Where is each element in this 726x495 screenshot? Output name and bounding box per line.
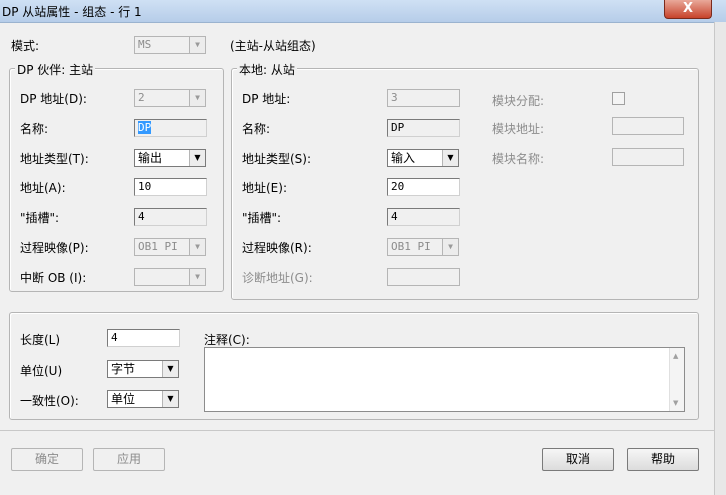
unit-select[interactable]: 字节 ▼	[107, 360, 179, 378]
chevron-down-icon: ▼	[189, 90, 205, 106]
mode-label: 模式:	[11, 39, 40, 53]
module-name-label: 模块名称:	[492, 152, 545, 166]
chevron-down-icon: ▼	[189, 269, 205, 285]
consistency-label: 一致性(O):	[20, 394, 79, 408]
chevron-down-icon[interactable]: ▼	[162, 361, 178, 377]
chevron-down-icon[interactable]: ▼	[189, 150, 205, 166]
local-address-type-label: 地址类型(S):	[242, 152, 312, 166]
local-process-image-value: OB1 PI	[391, 240, 431, 253]
consistency-select[interactable]: 单位 ▼	[107, 390, 179, 408]
mode-select: MS ▼	[134, 36, 206, 54]
local-slot-field[interactable]: 4	[387, 208, 460, 226]
window-edge-scrollbar[interactable]	[714, 22, 726, 495]
comment-label: 注释(C):	[204, 333, 250, 347]
comment-textarea[interactable]: ▲ ▼	[204, 347, 685, 412]
local-name-field[interactable]: DP	[387, 119, 460, 137]
mode-value: MS	[138, 38, 152, 51]
length-field[interactable]: 4	[107, 329, 180, 347]
dp-address-select: 2 ▼	[134, 89, 206, 107]
help-button[interactable]: 帮助	[627, 448, 699, 471]
partner-address-type-select[interactable]: 输出 ▼	[134, 149, 206, 167]
unit-label: 单位(U)	[20, 364, 63, 378]
interrupt-ob-label: 中断 OB (I):	[20, 271, 87, 285]
local-address-type-select[interactable]: 输入 ▼	[387, 149, 459, 167]
chevron-down-icon: ▼	[442, 239, 458, 255]
dp-address-label: DP 地址(D):	[20, 92, 87, 106]
partner-slot-label: "插槽":	[20, 211, 60, 225]
module-name-field	[612, 148, 684, 166]
window-title: DP 从站属性 - 组态 - 行 1	[2, 5, 142, 19]
module-address-field	[612, 117, 684, 135]
partner-address-type-value: 输出	[138, 151, 163, 165]
chevron-down-icon: ▼	[189, 239, 205, 255]
close-button[interactable]: X	[664, 0, 712, 19]
local-group	[231, 68, 699, 300]
scroll-down-icon[interactable]: ▼	[673, 399, 678, 407]
local-dp-address-label: DP 地址:	[242, 92, 291, 106]
chevron-down-icon: ▼	[189, 37, 205, 53]
footer-separator	[0, 430, 714, 431]
interrupt-ob-select: ▼	[134, 268, 206, 286]
module-address-label: 模块地址:	[492, 122, 545, 136]
apply-button[interactable]: 应用	[93, 448, 165, 471]
partner-process-image-select: OB1 PI ▼	[134, 238, 206, 256]
local-address-label: 地址(E):	[242, 181, 287, 195]
local-name-label: 名称:	[242, 122, 271, 136]
local-address-field[interactable]: 20	[387, 178, 460, 196]
module-assign-checkbox	[612, 92, 625, 105]
partner-address-type-label: 地址类型(T):	[20, 152, 89, 166]
chevron-down-icon[interactable]: ▼	[442, 150, 458, 166]
diag-address-label: 诊断地址(G):	[242, 271, 313, 285]
scroll-up-icon[interactable]: ▲	[673, 352, 678, 360]
local-slot-label: "插槽":	[242, 211, 282, 225]
local-process-image-select: OB1 PI ▼	[387, 238, 459, 256]
partner-process-image-value: OB1 PI	[138, 240, 178, 253]
ok-button[interactable]: 确定	[11, 448, 83, 471]
partner-name-value: DP	[138, 121, 152, 134]
chevron-down-icon[interactable]: ▼	[162, 391, 178, 407]
local-address-type-value: 输入	[391, 151, 416, 165]
title-bar: DP 从站属性 - 组态 - 行 1	[0, 0, 726, 23]
dp-address-value: 2	[138, 91, 145, 104]
cancel-button[interactable]: 取消	[542, 448, 614, 471]
partner-slot-field[interactable]: 4	[134, 208, 207, 226]
local-group-title: 本地: 从站	[237, 61, 297, 78]
partner-name-field[interactable]: DP	[134, 119, 207, 137]
partner-address-label: 地址(A):	[20, 181, 66, 195]
module-assign-label: 模块分配:	[492, 94, 545, 108]
dp-partner-group-title: DP 伙伴: 主站	[15, 61, 96, 78]
partner-process-image-label: 过程映像(P):	[20, 241, 89, 255]
comment-scrollbar[interactable]: ▲ ▼	[669, 348, 684, 411]
length-label: 长度(L)	[20, 333, 61, 347]
local-process-image-label: 过程映像(R):	[242, 241, 312, 255]
diag-address-field	[387, 268, 460, 286]
partner-name-label: 名称:	[20, 122, 49, 136]
local-dp-address-field: 3	[387, 89, 460, 107]
consistency-value: 单位	[111, 392, 136, 406]
mode-description: (主站-从站组态)	[230, 39, 316, 53]
partner-address-field[interactable]: 10	[134, 178, 207, 196]
unit-value: 字节	[111, 362, 136, 376]
